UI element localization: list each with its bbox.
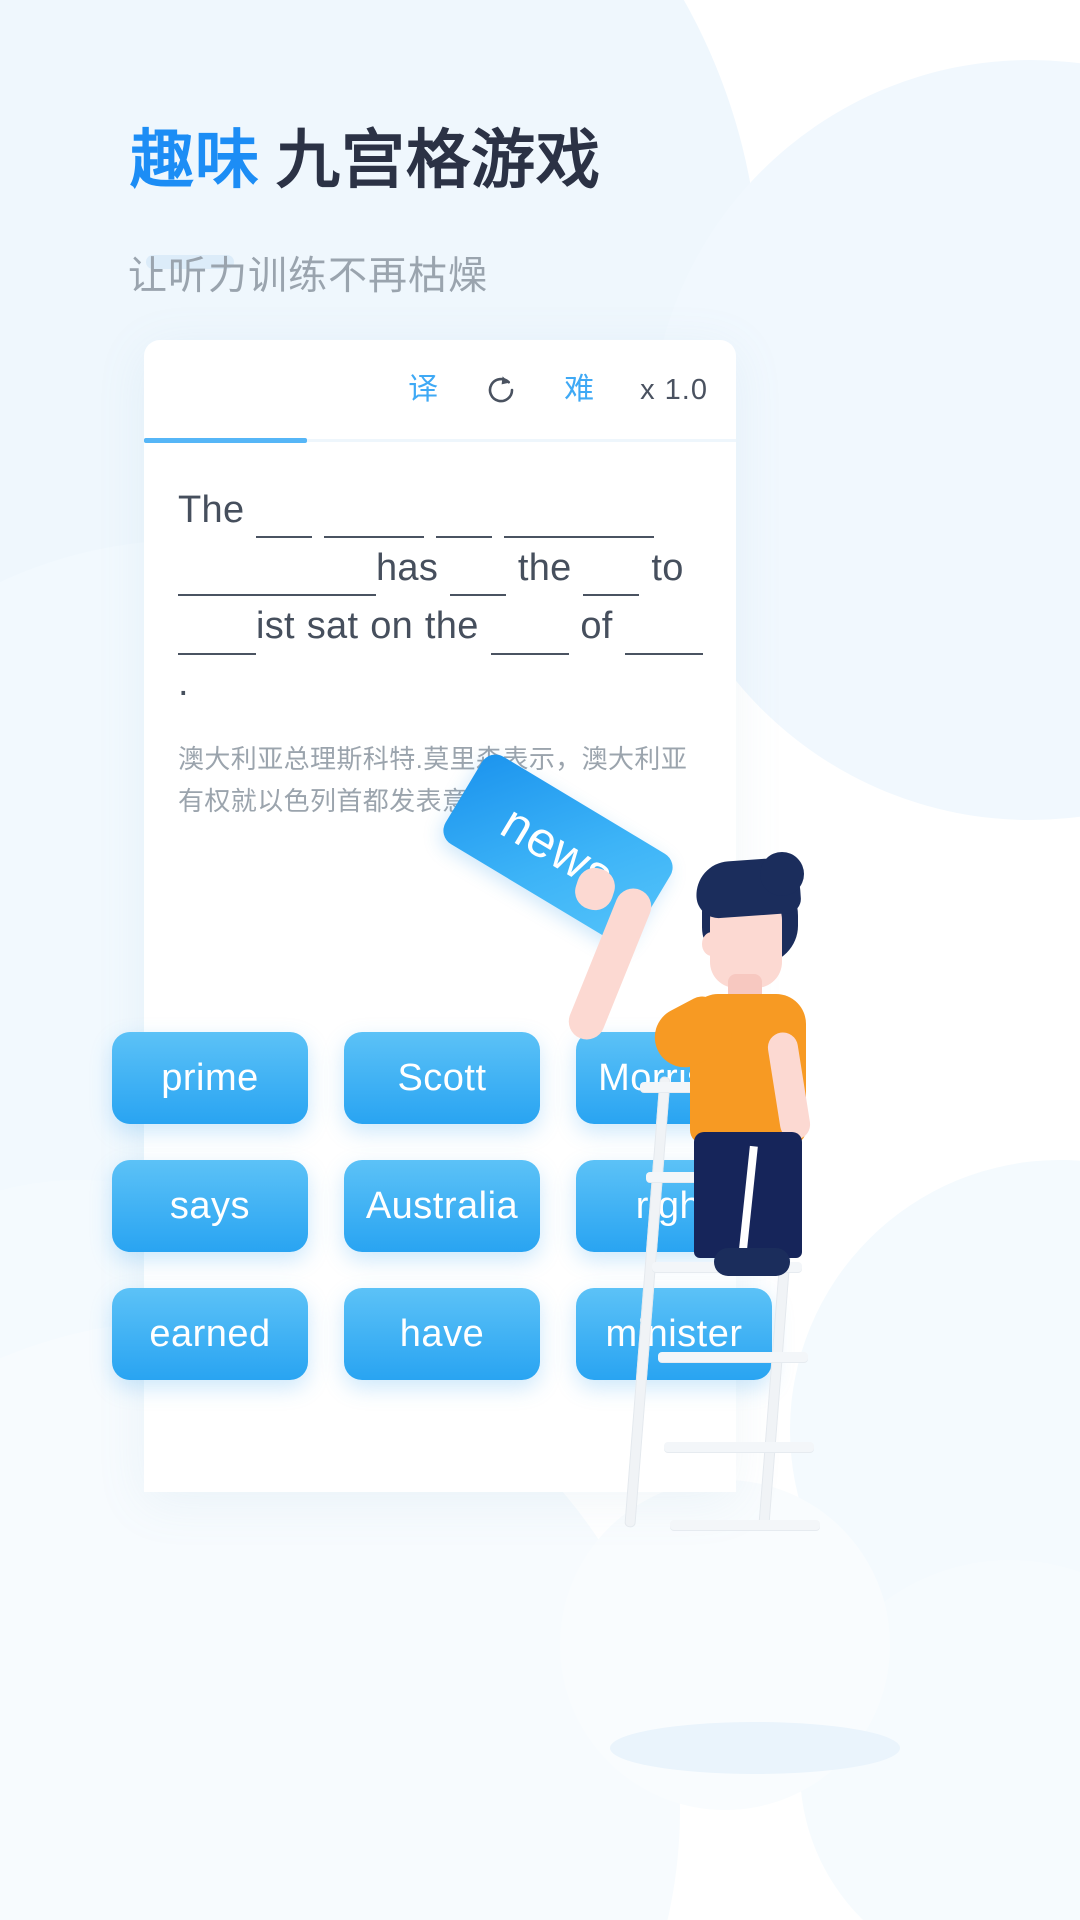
blank[interactable] [178, 596, 256, 655]
ladder-rung [670, 1520, 820, 1530]
ladder-rung [664, 1442, 814, 1452]
shoe [714, 1248, 790, 1276]
blank[interactable] [256, 480, 313, 539]
person-character [563, 846, 826, 1276]
ladder-rung [658, 1352, 808, 1362]
blank[interactable] [435, 480, 492, 539]
word-tile[interactable]: says [112, 1160, 308, 1252]
fill-in-blank-sentence: The has the to ist sat on the of . [178, 480, 706, 711]
hair-tuft [760, 852, 804, 896]
card-toolbar: 译 难 x 1.0 [144, 340, 736, 440]
blank[interactable] [324, 480, 425, 539]
page-title-accent: 趣味 [130, 124, 260, 196]
tab-speed[interactable]: x 1.0 [640, 375, 708, 405]
blank[interactable] [490, 596, 569, 655]
blank[interactable] [624, 596, 703, 655]
tab-difficulty[interactable]: 难 [564, 375, 594, 405]
page-title: 趣味 九宫格游戏 [130, 128, 601, 192]
blank[interactable] [256, 538, 376, 597]
tab-translate[interactable]: 译 [408, 375, 438, 405]
word-tile[interactable]: prime [112, 1032, 308, 1124]
word-tile[interactable]: earned [112, 1288, 308, 1380]
mascot-illustration: news [437, 748, 860, 1530]
blank[interactable] [450, 538, 507, 597]
page-subtitle: 让听力训练不再枯燥 [128, 255, 489, 298]
blank[interactable] [583, 538, 640, 597]
refresh-icon[interactable] [484, 373, 518, 407]
toolbar-active-indicator [144, 438, 307, 443]
blank[interactable] [503, 480, 654, 539]
ear [702, 932, 722, 956]
page-title-rest: 九宫格游戏 [276, 124, 601, 196]
blank[interactable] [178, 538, 256, 597]
ground-shadow [610, 1722, 900, 1774]
